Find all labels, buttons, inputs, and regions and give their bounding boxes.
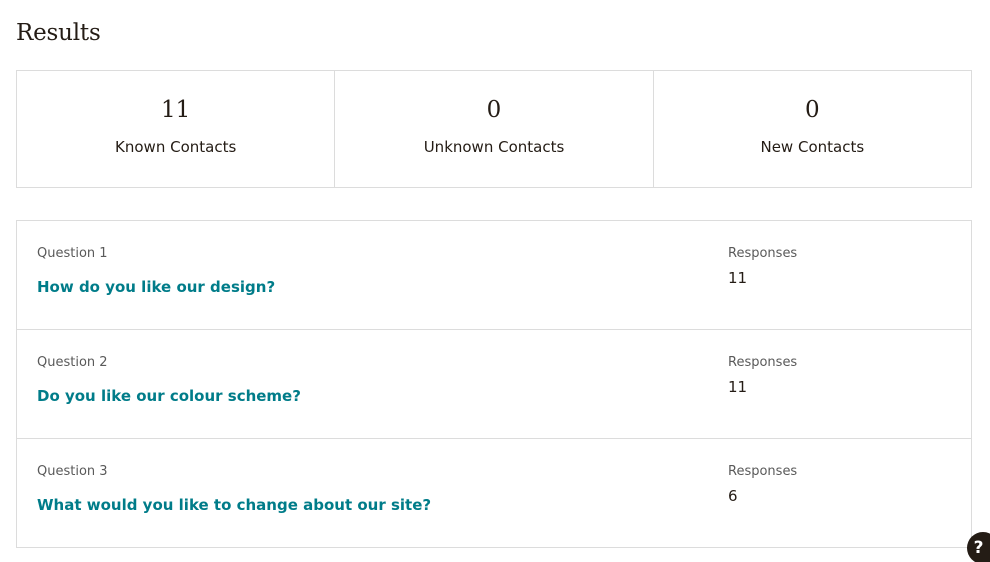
question-list: Question 1 How do you like our design? R… (16, 220, 972, 548)
responses-count: 11 (728, 269, 748, 287)
question-row: Question 2 Do you like our colour scheme… (17, 330, 971, 439)
contact-stats: 11 Known Contacts 0 Unknown Contacts 0 N… (16, 70, 972, 188)
stat-value: 0 (805, 97, 820, 123)
question-number: Question 2 (37, 355, 108, 370)
responses-label: Responses (728, 355, 798, 370)
help-button[interactable]: ? (967, 532, 990, 562)
question-link[interactable]: What would you like to change about our … (37, 495, 431, 515)
question-link[interactable]: Do you like our colour scheme? (37, 386, 301, 406)
question-link[interactable]: How do you like our design? (37, 277, 275, 297)
responses-label: Responses (728, 464, 798, 479)
responses-count: 6 (728, 487, 738, 505)
stat-new-contacts: 0 New Contacts (654, 71, 971, 187)
stat-unknown-contacts: 0 Unknown Contacts (335, 71, 654, 187)
question-number: Question 3 (37, 464, 108, 479)
question-number: Question 1 (37, 246, 108, 261)
question-row: Question 3 What would you like to change… (17, 439, 971, 547)
stat-label: Unknown Contacts (423, 138, 565, 156)
page-title: Results (16, 20, 101, 46)
stat-label: New Contacts (760, 138, 865, 156)
stat-value: 0 (486, 97, 502, 123)
responses-label: Responses (728, 246, 798, 261)
responses-count: 11 (728, 378, 748, 396)
help-icon: ? (973, 538, 984, 558)
stat-label: Known Contacts (115, 138, 237, 156)
stat-value: 11 (161, 97, 191, 123)
results-page: Results 11 Known Contacts 0 Unknown Cont… (0, 0, 990, 562)
stat-known-contacts: 11 Known Contacts (17, 71, 336, 187)
question-row: Question 1 How do you like our design? R… (17, 221, 971, 330)
